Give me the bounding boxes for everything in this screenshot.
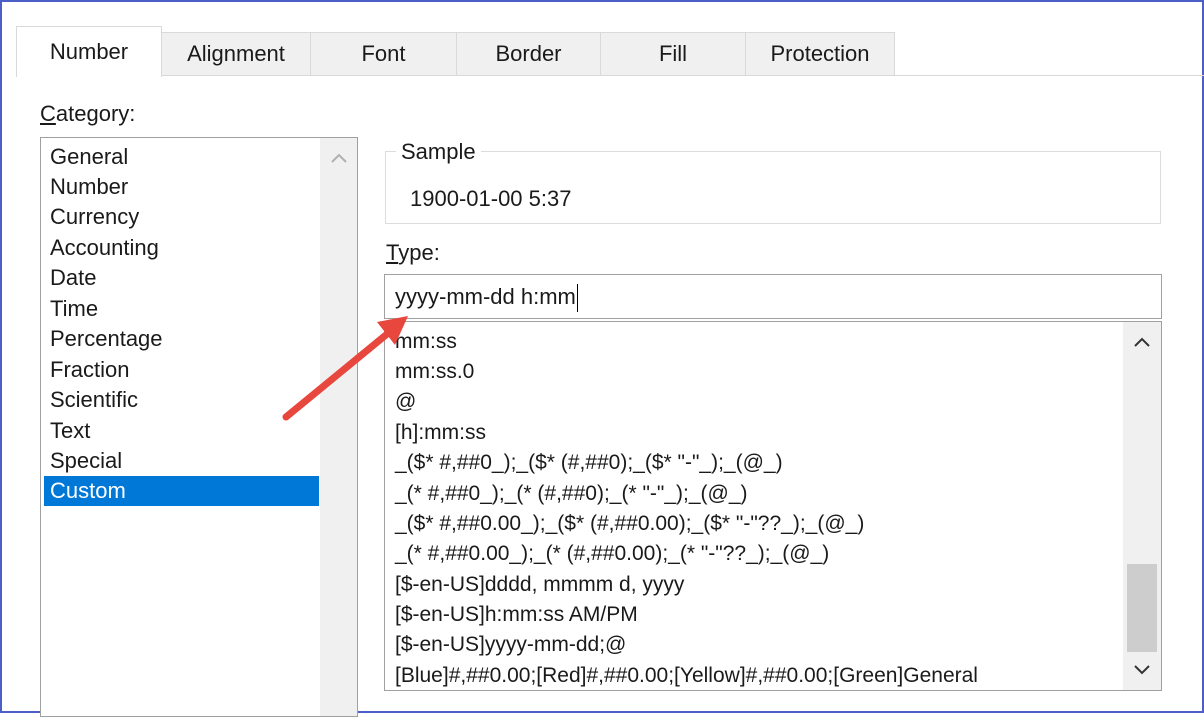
category-item-number[interactable]: Number [44,172,319,202]
category-item-special[interactable]: Special [44,446,319,476]
category-item-date[interactable]: Date [44,263,319,293]
tab-font[interactable]: Font [310,32,457,75]
format-code-list[interactable]: mm:ss mm:ss.0 @ [h]:mm:ss _($* #,##0_);_… [384,321,1162,691]
text-caret [576,284,578,313]
type-label: Type: [386,240,440,266]
format-code-item[interactable]: mm:ss.0 [395,357,474,387]
format-code-item[interactable]: [$-en-US]dddd, mmmm d, yyyy [395,570,684,600]
format-code-item[interactable]: [Blue]#,##0.00;[Red]#,##0.00;[Yellow]#,#… [395,661,978,690]
category-label: Category: [40,101,135,127]
type-label-accesskey: T [386,240,399,265]
chevron-up-icon[interactable] [320,138,357,178]
sample-legend: Sample [396,139,481,165]
tab-number[interactable]: Number [16,26,162,77]
format-code-item[interactable]: _($* #,##0.00_);_($* (#,##0.00);_($* "-"… [395,509,864,539]
scrollbar-thumb[interactable] [1127,564,1157,652]
category-item-percentage[interactable]: Percentage [44,324,319,354]
category-item-scientific[interactable]: Scientific [44,385,319,415]
category-list[interactable]: General Number Currency Accounting Date … [40,137,358,717]
tab-fill[interactable]: Fill [600,32,746,75]
format-code-item[interactable]: _(* #,##0.00_);_(* (#,##0.00);_(* "-"??_… [395,539,829,569]
category-item-time[interactable]: Time [44,294,319,324]
category-label-text: ategory: [55,101,136,126]
format-code-item[interactable]: _($* #,##0_);_($* (#,##0);_($* "-"_);_(@… [395,448,783,478]
tab-alignment[interactable]: Alignment [161,32,311,75]
format-code-scrollbar[interactable] [1123,322,1161,690]
format-code-item[interactable]: [h]:mm:ss [395,418,486,448]
sample-value: 1900-01-00 5:37 [410,186,572,211]
chevron-up-icon[interactable] [1123,322,1161,362]
type-input[interactable]: yyyy-mm-dd h:mm [384,274,1162,319]
chevron-down-icon[interactable] [1123,650,1161,690]
category-item-fraction[interactable]: Fraction [44,355,319,385]
category-item-currency[interactable]: Currency [44,202,319,232]
tab-strip: Number Alignment Font Border Fill Protec… [0,0,1204,77]
format-code-item[interactable]: [$-en-US]h:mm:ss AM/PM [395,600,638,630]
tab-protection[interactable]: Protection [745,32,895,75]
category-item-accounting[interactable]: Accounting [44,233,319,263]
tab-border[interactable]: Border [456,32,601,75]
tab-strip-divider [16,75,1204,76]
type-input-value: yyyy-mm-dd h:mm [395,284,576,309]
category-label-accesskey: C [40,101,56,126]
category-scrollbar[interactable] [320,138,357,716]
category-item-general[interactable]: General [44,142,319,172]
type-label-text: ype: [398,240,440,265]
format-code-item[interactable]: _(* #,##0_);_(* (#,##0);_(* "-"_);_(@_) [395,479,748,509]
category-item-text[interactable]: Text [44,416,319,446]
category-item-custom[interactable]: Custom [44,476,319,506]
format-code-item[interactable]: @ [395,387,416,417]
format-code-item[interactable]: mm:ss [395,327,457,357]
format-code-item[interactable]: [$-en-US]yyyy-mm-dd;@ [395,630,626,660]
